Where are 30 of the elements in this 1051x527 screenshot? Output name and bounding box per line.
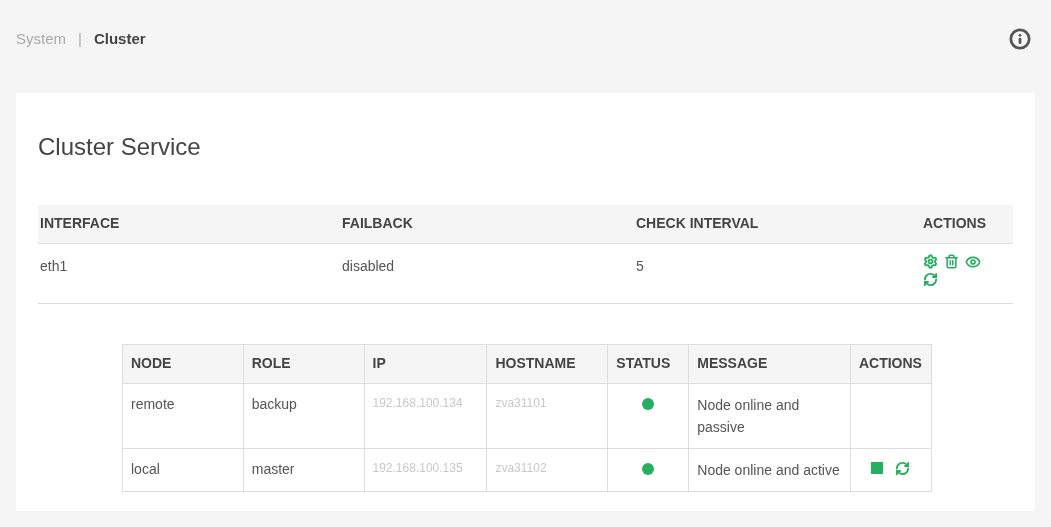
stop-icon[interactable]	[871, 462, 884, 474]
column-header: HOSTNAME	[486, 344, 608, 383]
table-cell: disabled	[340, 243, 634, 303]
table-cell: remote	[122, 383, 244, 448]
breadcrumb-current: Cluster	[93, 28, 146, 49]
breadcrumb-separator: |	[78, 28, 82, 49]
refresh-icon[interactable]	[895, 460, 911, 476]
table-cell: backup	[243, 383, 364, 448]
table-cell: Node online and passive	[688, 383, 851, 448]
breadcrumb-link[interactable]: System	[16, 27, 66, 51]
table-cell: Node online and active	[688, 448, 851, 491]
info-icon[interactable]	[1009, 28, 1031, 50]
column-header: STATUS	[607, 344, 689, 383]
column-header: INTERFACE	[38, 205, 340, 243]
column-header: ACTIONS	[923, 205, 1013, 243]
settings-icon[interactable]	[923, 253, 938, 270]
table-cell: master	[243, 448, 364, 491]
column-header: ROLE	[243, 344, 364, 383]
column-header: NODE	[122, 344, 244, 383]
column-header: CHECK INTERVAL	[634, 205, 923, 243]
page-title: Cluster Service	[38, 132, 202, 162]
column-header: FAILBACK	[340, 205, 634, 243]
column-header: IP	[364, 344, 487, 383]
table-cell: local	[122, 448, 244, 491]
trash-icon[interactable]	[944, 253, 959, 270]
table-cell: eth1	[38, 243, 340, 303]
column-header: MESSAGE	[688, 344, 851, 383]
column-header: ACTIONS	[850, 344, 932, 383]
refresh-icon[interactable]	[923, 271, 938, 287]
table-cell: 5	[634, 243, 923, 303]
